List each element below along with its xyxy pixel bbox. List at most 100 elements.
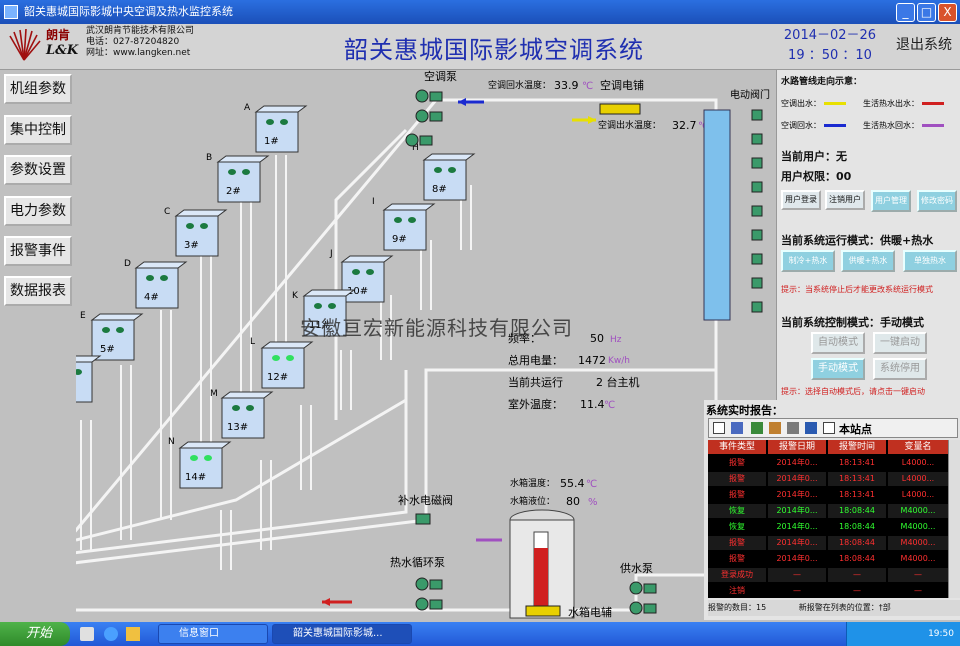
header-event-type[interactable]: 事件类型 bbox=[708, 440, 766, 454]
refresh-icon[interactable] bbox=[751, 422, 763, 434]
unit-14-fan-a bbox=[190, 455, 198, 461]
makeup-valve[interactable] bbox=[415, 513, 431, 525]
menu-unit-params[interactable]: 机组参数 bbox=[4, 74, 72, 104]
report-cell-var[interactable]: L4000... bbox=[888, 456, 948, 470]
report-cell-date[interactable]: 2014年0... bbox=[768, 520, 826, 534]
report-cell-time[interactable]: 18:08:44 bbox=[828, 536, 886, 550]
export-icon[interactable] bbox=[805, 422, 817, 434]
report-cell-date[interactable]: 2014年0... bbox=[768, 536, 826, 550]
ac-heater[interactable] bbox=[599, 103, 641, 115]
report-cell-type[interactable]: 报警 bbox=[708, 472, 766, 486]
report-cell-var[interactable]: M4000... bbox=[888, 552, 948, 566]
cooling-hotwater-button[interactable]: 制冷+热水 bbox=[781, 250, 835, 272]
unit-14[interactable]: N 14# bbox=[168, 437, 232, 489]
header-alarm-date[interactable]: 报警日期 bbox=[768, 440, 826, 454]
minimize-button[interactable]: _ bbox=[896, 3, 915, 22]
system-stop-button[interactable]: 系统停用 bbox=[873, 358, 927, 380]
unit-4[interactable]: D 4# bbox=[124, 259, 188, 309]
menu-central-control[interactable]: 集中控制 bbox=[4, 115, 72, 145]
report-cell-date[interactable]: 2014年0... bbox=[768, 552, 826, 566]
unit-2[interactable]: B 2# bbox=[206, 153, 270, 203]
report-cell-date[interactable]: — bbox=[768, 584, 826, 598]
ac-pump-2[interactable] bbox=[415, 109, 443, 123]
report-table[interactable]: 事件类型 报警日期 报警时间 变量名 报警 2014年0... 18:13:41 L4… bbox=[708, 440, 948, 598]
logout-button[interactable]: 注销用户 bbox=[825, 190, 865, 210]
unit-8[interactable]: H 8# bbox=[412, 143, 476, 201]
print-icon[interactable] bbox=[787, 422, 799, 434]
report-cell-type[interactable]: 报警 bbox=[708, 536, 766, 550]
unit-1[interactable]: A 1# bbox=[244, 103, 308, 153]
ac-pump-1[interactable] bbox=[415, 89, 443, 103]
change-password-button[interactable]: 修改密码 bbox=[917, 190, 957, 212]
report-scrollbar[interactable] bbox=[948, 440, 960, 598]
report-cell-var[interactable]: — bbox=[888, 568, 948, 582]
menu-power-params[interactable]: 电力参数 bbox=[4, 196, 72, 226]
supply-pump-2[interactable] bbox=[629, 601, 657, 615]
unit-5[interactable]: E 5# bbox=[80, 311, 144, 361]
report-cell-time[interactable]: 18:08:44 bbox=[828, 552, 886, 566]
settings-icon[interactable] bbox=[769, 422, 781, 434]
folder-icon[interactable] bbox=[126, 627, 140, 641]
hot-pump-1[interactable] bbox=[415, 577, 443, 591]
valve-stack[interactable] bbox=[751, 109, 763, 313]
site-selector[interactable]: 本站点 bbox=[839, 421, 872, 437]
user-manage-button[interactable]: 用户管理 bbox=[871, 190, 911, 212]
report-cell-type[interactable]: 登录成功 bbox=[708, 568, 766, 582]
unit-9[interactable]: I 9# bbox=[372, 197, 436, 251]
heating-hotwater-button[interactable]: 供暖+热水 bbox=[841, 250, 895, 272]
task-info-window[interactable]: 信息窗口 bbox=[158, 624, 268, 644]
menu-param-settings[interactable]: 参数设置 bbox=[4, 155, 72, 185]
manual-mode-button[interactable]: 手动模式 bbox=[811, 358, 865, 380]
report-cell-var[interactable]: M4000... bbox=[888, 504, 948, 518]
report-cell-var[interactable]: M4000... bbox=[888, 520, 948, 534]
report-cell-time[interactable]: — bbox=[828, 584, 886, 598]
tank-heater[interactable] bbox=[525, 605, 561, 617]
report-cell-date[interactable]: 2014年0... bbox=[768, 456, 826, 470]
unit-12[interactable]: L 12# bbox=[250, 337, 314, 389]
report-cell-type[interactable]: 恢复 bbox=[708, 520, 766, 534]
report-cell-var[interactable]: L4000... bbox=[888, 472, 948, 486]
report-cell-time[interactable]: 18:13:41 bbox=[828, 472, 886, 486]
filter-icon[interactable] bbox=[731, 422, 743, 434]
report-cell-date[interactable]: 2014年0... bbox=[768, 488, 826, 502]
unit-13[interactable]: M 13# bbox=[210, 389, 274, 439]
task-scada-window[interactable]: 韶关惠城国际影城... bbox=[272, 624, 412, 644]
header-alarm-time[interactable]: 报警时间 bbox=[828, 440, 886, 454]
report-cell-time[interactable]: 18:08:44 bbox=[828, 504, 886, 518]
report-cell-type[interactable]: 报警 bbox=[708, 456, 766, 470]
start-button[interactable]: 开始 bbox=[0, 622, 70, 646]
quicklaunch-icon-1[interactable] bbox=[80, 627, 94, 641]
report-cell-type[interactable]: 报警 bbox=[708, 488, 766, 502]
report-cell-var[interactable]: M4000... bbox=[888, 536, 948, 550]
unit-3[interactable]: C 3# bbox=[164, 207, 228, 257]
report-cell-time[interactable]: 18:08:44 bbox=[828, 520, 886, 534]
report-cell-type[interactable]: 报警 bbox=[708, 552, 766, 566]
report-cell-var[interactable]: — bbox=[888, 584, 948, 598]
report-cell-time[interactable]: 18:13:41 bbox=[828, 488, 886, 502]
login-button[interactable]: 用户登录 bbox=[781, 190, 821, 210]
report-cell-time[interactable]: — bbox=[828, 568, 886, 582]
report-cell-time[interactable]: 18:13:41 bbox=[828, 456, 886, 470]
hot-supply-arrowhead bbox=[322, 598, 330, 606]
header-variable[interactable]: 变量名 bbox=[888, 440, 948, 454]
report-cell-type[interactable]: 注销 bbox=[708, 584, 766, 598]
menu-alarm-events[interactable]: 报警事件 bbox=[4, 236, 72, 266]
ie-icon[interactable] bbox=[104, 627, 118, 641]
one-key-start-button[interactable]: 一键启动 bbox=[873, 332, 927, 354]
checkbox-icon[interactable] bbox=[713, 422, 725, 434]
report-cell-date[interactable]: — bbox=[768, 568, 826, 582]
menu-data-reports[interactable]: 数据报表 bbox=[4, 276, 72, 306]
report-cell-date[interactable]: 2014年0... bbox=[768, 504, 826, 518]
report-cell-type[interactable]: 恢复 bbox=[708, 504, 766, 518]
exit-button[interactable]: 退出系统 bbox=[896, 34, 952, 54]
auto-mode-button[interactable]: 自动模式 bbox=[811, 332, 865, 354]
report-cell-date[interactable]: 2014年0... bbox=[768, 472, 826, 486]
hotwater-only-button[interactable]: 单独热水 bbox=[903, 250, 957, 272]
hot-pump-2[interactable] bbox=[415, 597, 443, 611]
dropdown-icon[interactable] bbox=[823, 422, 835, 434]
ac-pump-3[interactable] bbox=[405, 133, 433, 147]
supply-pump-1[interactable] bbox=[629, 581, 657, 595]
report-cell-var[interactable]: L4000... bbox=[888, 488, 948, 502]
close-button[interactable]: X bbox=[938, 3, 957, 22]
maximize-button[interactable]: □ bbox=[917, 3, 936, 22]
